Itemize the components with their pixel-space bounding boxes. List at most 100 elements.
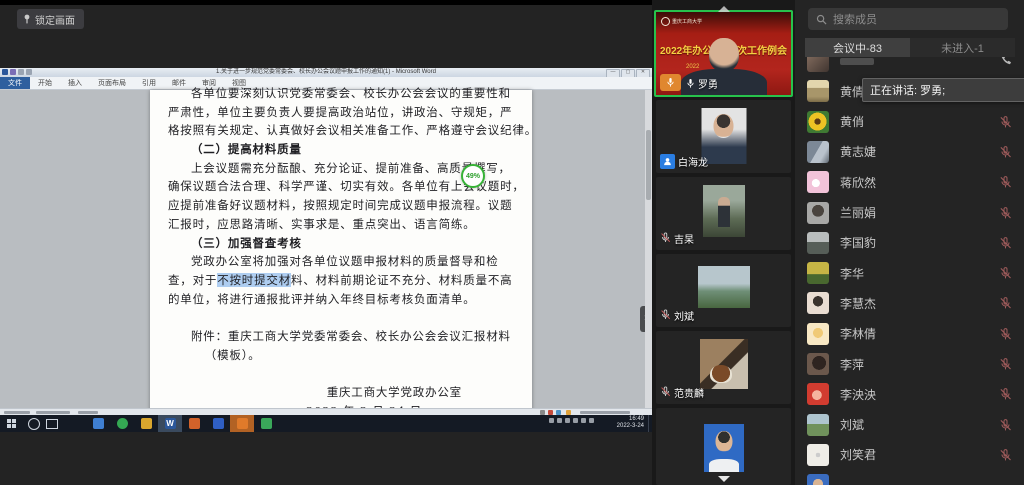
participant-row[interactable]: 李华 (807, 258, 1018, 288)
ribbon-tab-插入: 插入 (60, 77, 90, 89)
meeting-app-icon (230, 415, 254, 432)
muted-mic-icon (660, 386, 671, 400)
app-green-icon (254, 415, 278, 432)
search-member-box[interactable]: 搜索成员 (808, 8, 1008, 30)
document-text-run: 料、材料前期论证不充分、材料质量不高 (291, 273, 512, 287)
banner-title-right: 次工作例会 (737, 42, 787, 57)
participant-row[interactable]: 黄志婕 (807, 137, 1018, 167)
participant-list: 黄倩黄俏黄志婕蒋欣然兰丽娟李国豹李华李慧杰李林倩李萍李泱泱刘斌刘笑君 (795, 0, 1024, 485)
progress-ring-badge: 49% (461, 164, 485, 188)
participant-name: 刘斌 (674, 308, 694, 323)
selected-text: 不按时提交材 (217, 273, 291, 287)
pink-art-avatar (807, 171, 829, 193)
participant-name: 白海龙 (678, 154, 708, 169)
document-line: 重庆工商大学党政办公室 (168, 383, 514, 402)
lake-mono-avatar (807, 232, 829, 254)
document-line: （模板）。 (168, 346, 514, 365)
mic-icon (666, 77, 675, 88)
participant-row[interactable]: 黄俏 (807, 107, 1018, 137)
participant-row[interactable]: 李泱泱 (807, 379, 1018, 409)
app-blue-icon (86, 415, 110, 432)
meeting-window: 锁定画面 1.关于进一步规范党委常委会、校长办公会议题申报工作的通知(1) - … (0, 0, 1024, 485)
participant-name: 李泱泱 (840, 386, 876, 403)
taskbar-clock: 16:49 2022-3-24 (617, 416, 644, 430)
building-avatar (807, 80, 829, 102)
video-thumbnail-column: 重庆工商大学 2022年办公室 次工作例会 2022 (652, 0, 795, 485)
tab-not-joined[interactable]: 未进入-1 (910, 38, 1015, 57)
field-avatar (807, 262, 829, 284)
participant-row[interactable]: 蒋欣然 (807, 167, 1018, 197)
roster-tabs: 会议中-83 未进入-1 (805, 38, 1015, 57)
document-text: 各单位要深刻认识党委常委会、校长办公会会议的重要性和严肃性，单位主要负责人要提高… (150, 84, 532, 415)
unmute-button[interactable] (660, 74, 681, 91)
task-view-icon (46, 419, 58, 429)
mic-muted-icon (999, 236, 1012, 249)
university-logo-text: 重庆工商大学 (672, 18, 702, 25)
participant-name: 蒋欣然 (840, 174, 876, 191)
scroll-up-icon[interactable] (718, 6, 730, 12)
video-tile[interactable]: 吉杲 (656, 177, 791, 250)
participant-row[interactable]: 李林倩 (807, 319, 1018, 349)
clock-time: 16:49 (617, 416, 644, 423)
mic-muted-icon (999, 448, 1012, 461)
document-line: 汇报时，应思路清晰、实事求是、重点突出、语言简练。 (168, 215, 514, 234)
video-tile-partial[interactable] (656, 408, 791, 485)
mic-muted-icon (999, 327, 1012, 340)
document-line: 的单位，将进行通报批评并纳入年终目标考核负面清单。 (168, 290, 514, 309)
participant-name: 李国豹 (840, 234, 876, 251)
video-tile[interactable]: 白海龙 (656, 100, 791, 173)
search-icon (816, 14, 827, 25)
participant-row[interactable]: 李慧杰 (807, 288, 1018, 318)
participant-name: 黄俏 (840, 113, 864, 130)
document-text-run: 查，对于 (168, 273, 217, 287)
shared-screen-view[interactable]: 锁定画面 1.关于进一步规范党委常委会、校长办公会议题申报工作的通知(1) - … (0, 0, 652, 485)
document-line: 严肃性，单位主要负责人要提高政治站位，讲政治、守规矩，严 (168, 103, 514, 122)
video-tile[interactable]: 刘斌 (656, 254, 791, 327)
mic-muted-icon (999, 418, 1012, 431)
landscape-avatar (807, 414, 829, 436)
speaking-toast: 正在讲话: 罗勇; (862, 78, 1024, 102)
participant-name: 李林倩 (840, 325, 876, 342)
start-button-icon (0, 415, 22, 432)
white-cats-avatar (807, 444, 829, 466)
scroll-down-icon[interactable] (718, 476, 730, 482)
mic-muted-icon (999, 176, 1012, 189)
document-line: 查，对于不按时提交材料、材料前期论证不充分、材料质量不高 (168, 271, 514, 290)
id-photo-avatar (807, 292, 829, 314)
document-line (168, 364, 514, 383)
system-tray-icons (549, 418, 594, 423)
mic-muted-icon (999, 115, 1012, 128)
video-tile[interactable]: 范贵麟 (656, 331, 791, 404)
participant-row[interactable]: 李国豹 (807, 228, 1018, 258)
document-line: 党政办公室将加强对各单位议题申报材料的质量督导和检 (168, 252, 514, 271)
mic-muted-icon (999, 267, 1012, 280)
speaker-name-bar: 罗勇 (686, 76, 718, 91)
participant-name: 刘斌 (840, 416, 864, 433)
person-badge-icon (660, 154, 675, 169)
participant-name: 吉杲 (674, 231, 694, 246)
participant-name: 李慧杰 (840, 295, 876, 312)
word-window: 1.关于进一步规范党委常委会、校长办公会议题申报工作的通知(1) - Micro… (0, 68, 652, 415)
lock-view-button[interactable]: 锁定画面 (17, 9, 84, 29)
clock-date: 2022-3-24 (617, 423, 644, 430)
participant-row[interactable]: 刘斌 (807, 410, 1018, 440)
muted-mic-icon (660, 232, 671, 246)
mic-muted-icon (999, 206, 1012, 219)
participant-row[interactable]: 刘笑君 (807, 440, 1018, 470)
participant-row[interactable]: 兰丽娟 (807, 198, 1018, 228)
app-green-circle-icon (110, 415, 134, 432)
participant-name: 李萍 (840, 356, 864, 373)
video-tile-speaker[interactable]: 重庆工商大学 2022年办公室 次工作例会 2022 (654, 10, 793, 97)
participant-row[interactable] (807, 470, 1018, 485)
word-icon: W (158, 415, 182, 432)
participant-row[interactable]: 李萍 (807, 349, 1018, 379)
document-line: （三）加强督查考核 (168, 234, 514, 253)
muted-mic-icon (660, 309, 671, 323)
pinned-app-icons: W (86, 415, 278, 432)
document-line: （二）提高材料质量 (168, 140, 514, 159)
participant-name: 刘笑君 (840, 446, 876, 463)
speaking-mic-icon (686, 78, 695, 89)
speaker-head (709, 38, 739, 72)
tab-in-meeting[interactable]: 会议中-83 (805, 38, 910, 57)
banner-subtitle: 2022 (686, 64, 699, 70)
